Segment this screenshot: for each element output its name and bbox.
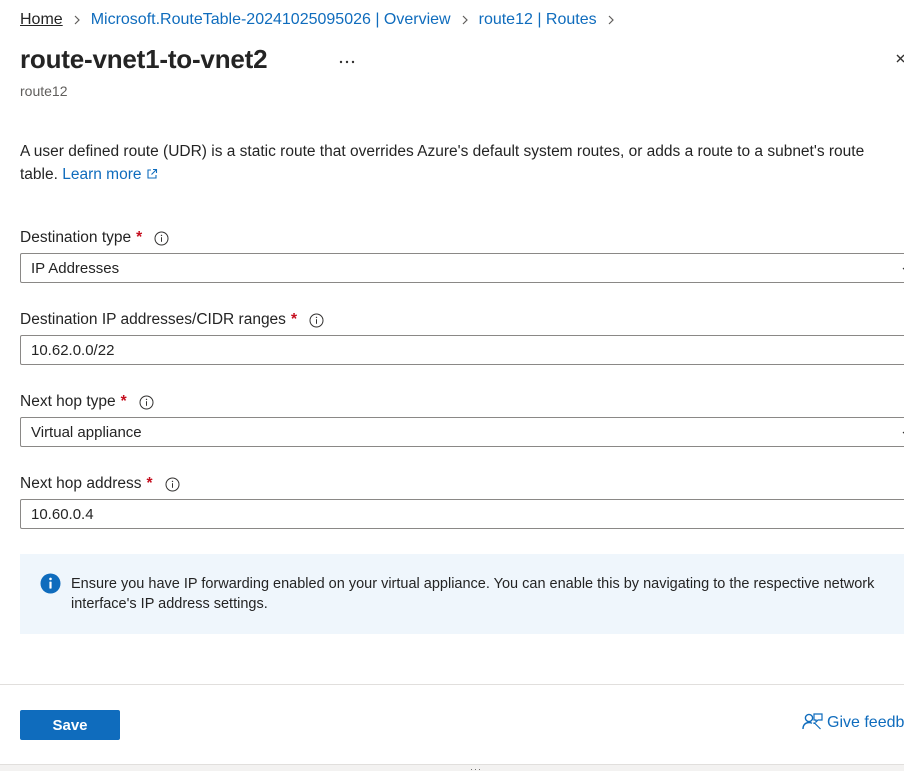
next-hop-address-label: Next hop address * [20,474,180,494]
destination-type-label-text: Destination type [20,229,132,246]
give-feedback-label: Give feedback [827,714,904,731]
next-hop-type-label-text: Next hop type [20,393,116,410]
next-hop-address-input[interactable] [31,505,631,523]
next-hop-type-value: Virtual appliance [31,423,142,441]
required-asterisk: * [136,229,143,246]
footer-divider [0,684,904,685]
page-title: route-vnet1-to-vnet2 [20,44,268,74]
description-line-1: A user defined route (UDR) is a static r… [20,143,865,160]
description: A user defined route (UDR) is a static r… [20,140,904,187]
destination-type-dropdown[interactable]: IP Addresses [20,253,904,283]
info-icon[interactable] [139,395,154,410]
destination-ip-label: Destination IP addresses/CIDR ranges * [20,310,324,330]
info-icon[interactable] [309,313,324,328]
chevron-right-icon [451,9,479,31]
feedback-icon [801,710,827,737]
info-notice-text: Ensure you have IP forwarding enabled on… [71,576,875,612]
destination-type-label: Destination type * [20,228,169,248]
destination-ip-input-box[interactable] [20,335,904,365]
info-icon[interactable] [165,477,180,492]
required-asterisk: * [120,393,127,410]
breadcrumb: Home Microsoft.RouteTable-20241025095026… [20,9,625,31]
learn-more-label: Learn more [62,166,142,183]
destination-type-value: IP Addresses [31,259,120,277]
info-filled-icon [40,573,61,598]
breadcrumb-overview-link[interactable]: Microsoft.RouteTable-20241025095026 | Ov… [91,11,451,29]
give-feedback-link[interactable]: Give feedback [801,711,904,735]
info-notice: Ensure you have IP forwarding enabled on… [20,554,904,634]
external-link-icon [146,164,158,187]
description-line-2: table. [20,166,58,183]
description-line-2-wrap: table. Learn more [20,163,904,187]
next-hop-type-label: Next hop type * [20,392,154,412]
destination-ip-input[interactable] [31,341,631,359]
close-icon[interactable] [896,52,904,72]
next-hop-address-label-text: Next hop address [20,475,142,492]
info-icon[interactable] [154,231,169,246]
learn-more-link[interactable]: Learn more [62,166,157,183]
page-subtitle: route12 [20,83,68,99]
resize-grip[interactable]: ··· [470,765,482,774]
required-asterisk: * [146,475,153,492]
breadcrumb-home-link[interactable]: Home [20,11,63,29]
more-icon[interactable] [337,52,357,72]
next-hop-address-input-box[interactable] [20,499,904,529]
breadcrumb-routes-link[interactable]: route12 | Routes [479,11,597,29]
save-button[interactable]: Save [20,710,120,740]
bottom-resize-bar [0,764,904,771]
required-asterisk: * [290,311,297,328]
chevron-right-icon [597,9,625,31]
next-hop-type-dropdown[interactable]: Virtual appliance [20,417,904,447]
chevron-right-icon [63,9,91,31]
destination-ip-label-text: Destination IP addresses/CIDR ranges [20,311,286,328]
